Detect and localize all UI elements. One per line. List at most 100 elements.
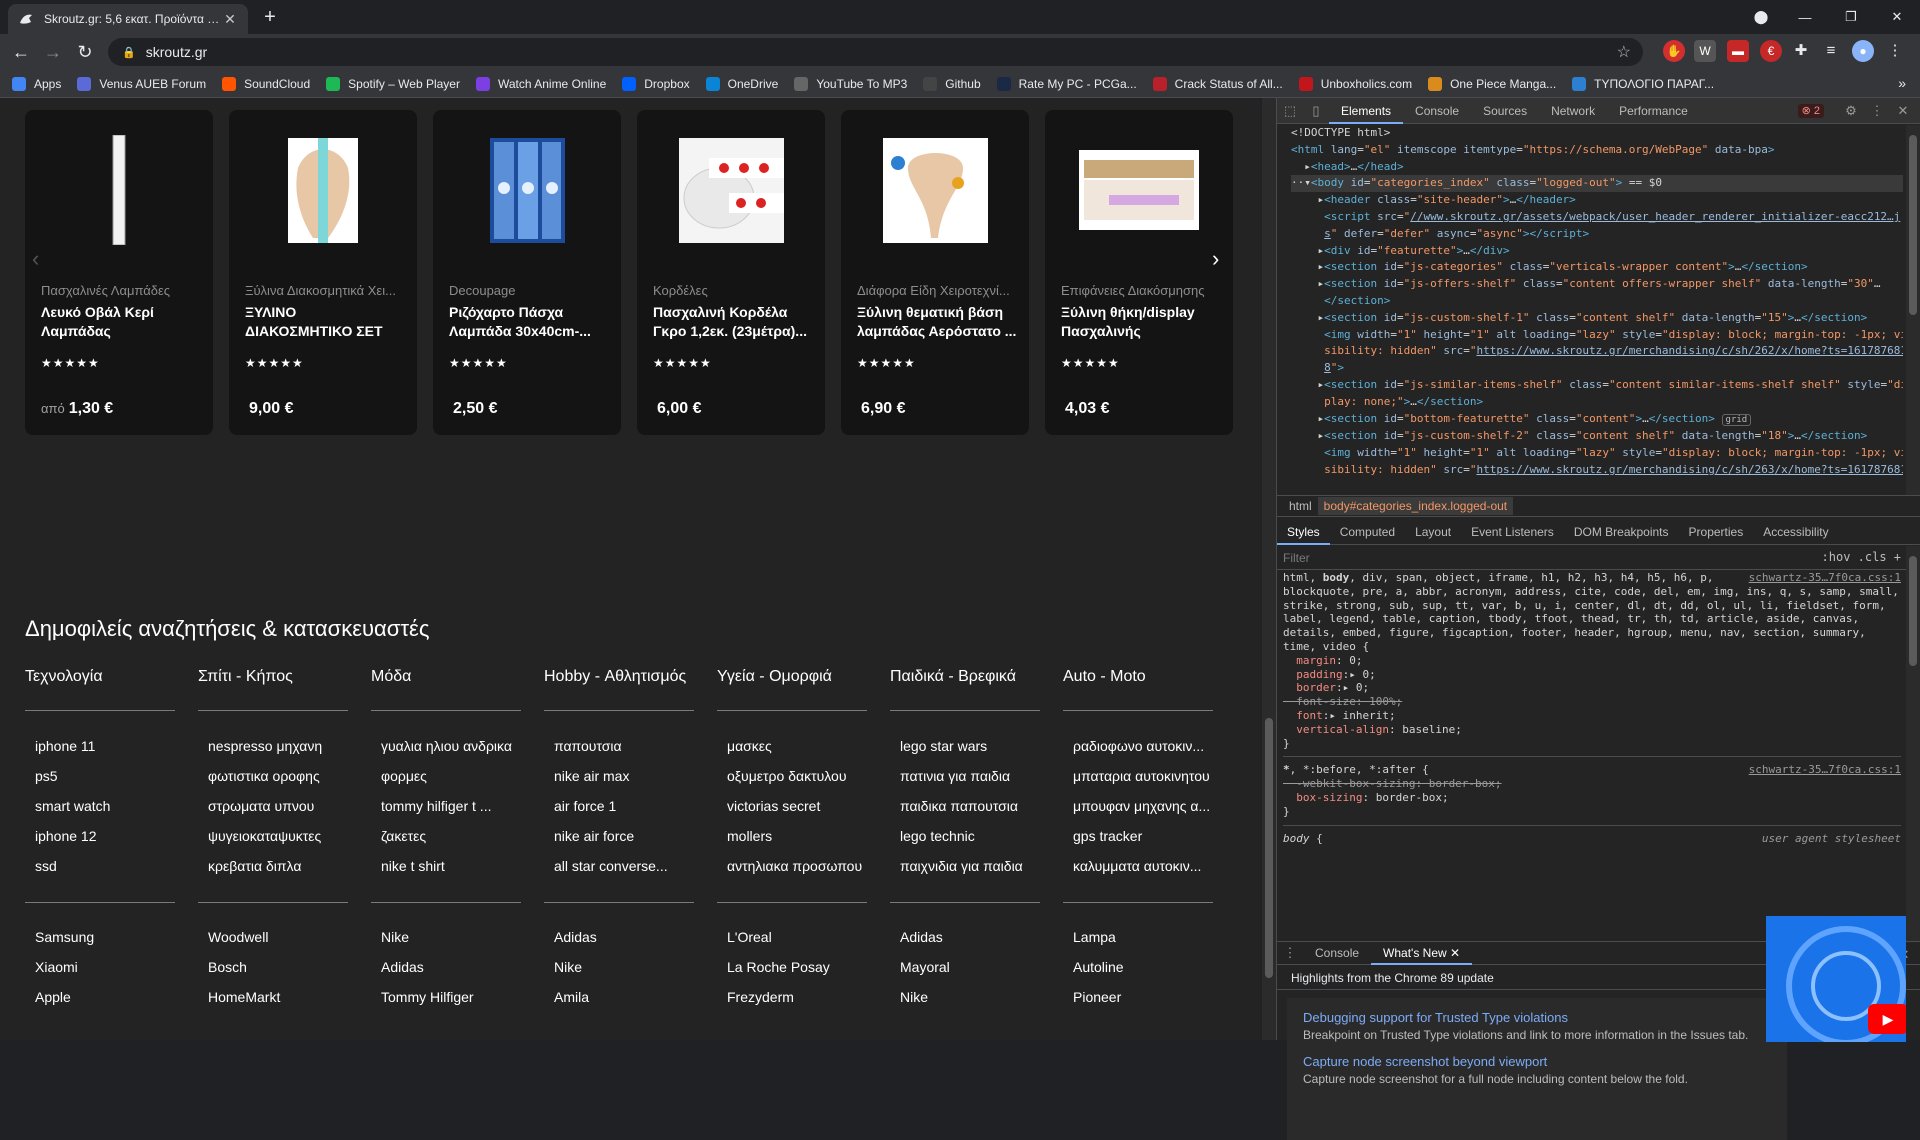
dom-line[interactable]: sibility: hidden" src="https://www.skrou… [1291, 343, 1903, 360]
product-name[interactable]: Ριζόχαρτο Πάσχα Λαμπάδα 30x40cm-... [449, 303, 611, 341]
tab-elements[interactable]: Elements [1329, 98, 1404, 124]
product-card[interactable]: Decoupage Ριζόχαρτο Πάσχα Λαμπάδα 30x40cm… [433, 110, 621, 435]
popular-column-heading[interactable]: Μόδα [371, 668, 521, 710]
bookmarks-overflow-icon[interactable]: » [1898, 75, 1906, 91]
styles-scrollbar-thumb[interactable] [1909, 556, 1917, 666]
carousel-prev-arrow-icon[interactable]: ‹ [32, 246, 39, 272]
popular-search-link[interactable]: παπουτσια [544, 738, 704, 768]
minimize-button[interactable]: — [1782, 0, 1828, 34]
whats-new-item[interactable]: Debugging support for Trusted Type viola… [1303, 1010, 1771, 1042]
brand-link[interactable]: Samsung [25, 929, 175, 959]
popular-search-link[interactable]: mollers [717, 828, 877, 858]
bookmark-item[interactable]: Spotify – Web Player [326, 76, 460, 91]
popular-search-link[interactable]: οξυμετρο δακτυλου [717, 768, 877, 798]
popular-search-link[interactable]: all star converse... [544, 858, 704, 888]
product-card[interactable]: Κορδέλες Πασχαλινή Κορδέλα Γκρο 1,2εκ. (2… [637, 110, 825, 435]
css-property[interactable]: vertical-align: baseline; [1283, 723, 1901, 737]
restore-button[interactable]: ❐ [1828, 0, 1874, 34]
popular-search-link[interactable]: nike air max [544, 768, 704, 798]
dom-line-selected[interactable]: ··▾<body id="categories_index" class="lo… [1291, 175, 1903, 193]
dom-scrollbar[interactable] [1906, 125, 1920, 495]
dom-tree[interactable]: <!DOCTYPE html> <html lang="el" itemscop… [1277, 125, 1903, 495]
page-scrollbar[interactable] [1262, 98, 1276, 1040]
popular-search-link[interactable]: lego technic [890, 828, 1050, 858]
style-tools[interactable]: :hov .cls + [1822, 550, 1901, 564]
dom-line[interactable]: <html lang="el" itemscope itemtype="http… [1291, 142, 1903, 159]
tab-accessibility[interactable]: Accessibility [1753, 519, 1838, 545]
bookmark-item[interactable]: Github [923, 76, 981, 91]
devtools-menu-icon[interactable]: ⋮ [1866, 98, 1888, 124]
product-image[interactable] [50, 125, 188, 255]
popular-column-heading[interactable]: Τεχνολογία [25, 668, 175, 710]
popular-search-link[interactable]: lego star wars [890, 738, 1050, 768]
dom-line[interactable]: <img width="1" height="1" alt loading="l… [1291, 445, 1903, 462]
popular-search-link[interactable]: smart watch [25, 798, 185, 828]
brand-link[interactable]: Tommy Hilfiger [371, 989, 521, 1019]
popular-search-link[interactable]: ραδιοφωνο αυτοκιν... [1063, 738, 1223, 768]
extensions-puzzle-icon[interactable]: ✚ [1790, 40, 1812, 62]
crumb-html[interactable]: html [1283, 497, 1318, 515]
dom-line[interactable]: ▸<section id="js-categories" class="vert… [1291, 259, 1903, 276]
bookmark-item[interactable]: ΤΥΠΟΛΟΓΙΟ ΠΑΡΑΓ... [1572, 76, 1714, 91]
css-property[interactable]: font:▸ inherit; [1283, 709, 1901, 723]
product-name[interactable]: Ξύλινη θήκη/display Πασχαλινής Λαμπάδας.… [1061, 303, 1223, 341]
product-name[interactable]: ΞΥΛΙΝΟ ΔΙΑΚΟΣΜΗΤΙΚΟ ΣΕΤ ΓΙΑ ΠΑΣΧΑΛΙΝΗ... [245, 303, 407, 341]
popular-search-link[interactable]: nespresso μηχανη [198, 738, 358, 768]
popular-search-link[interactable]: nike air force [544, 828, 704, 858]
popular-search-link[interactable]: πατινια για παιδια [890, 768, 1050, 798]
whats-new-video-thumbnail[interactable]: ▶ [1766, 916, 1906, 1042]
popular-search-link[interactable]: κρεβατια διπλα [198, 858, 358, 888]
dom-line[interactable]: play: none;">…</section> [1291, 394, 1903, 411]
dom-line[interactable]: ▸<section id="js-offers-shelf" class="co… [1291, 276, 1903, 293]
popular-search-link[interactable]: iphone 12 [25, 828, 185, 858]
product-image[interactable] [662, 125, 800, 255]
bookmark-star-icon[interactable]: ☆ [1617, 42, 1631, 62]
dom-line[interactable]: ▸<header class="site-header">…</header> [1291, 192, 1903, 209]
brand-link[interactable]: Woodwell [198, 929, 348, 959]
popular-search-link[interactable]: αντηλιακα προσωπου [717, 858, 877, 888]
popular-search-link[interactable]: ssd [25, 858, 185, 888]
popular-search-link[interactable]: nike t shirt [371, 858, 531, 888]
popular-search-link[interactable]: παιδικα παπουτσια [890, 798, 1050, 828]
popular-column-heading[interactable]: Σπίτι - Κήπος [198, 668, 348, 710]
whats-new-item[interactable]: Capture node screenshot beyond viewport … [1303, 1054, 1771, 1086]
popular-column-heading[interactable]: Παιδικά - Βρεφικά [890, 668, 1040, 710]
tab-network[interactable]: Network [1539, 98, 1607, 124]
brand-link[interactable]: Adidas [890, 929, 1040, 959]
browser-menu-icon[interactable]: ⋮ [1884, 40, 1906, 62]
popular-column-heading[interactable]: Υγεία - Ομορφιά [717, 668, 867, 710]
brand-link[interactable]: Pioneer [1063, 989, 1213, 1019]
new-tab-button[interactable]: + [258, 6, 282, 30]
brand-link[interactable]: Nike [371, 929, 521, 959]
product-name[interactable]: Λευκό Οβάλ Κερί Λαμπάδας [41, 303, 203, 341]
bookmark-item[interactable]: Rate My PC - PCGa... [996, 76, 1137, 91]
bookmark-item[interactable]: YouTube To MP3 [794, 76, 907, 91]
css-property[interactable]: box-sizing: border-box; [1283, 791, 1901, 805]
dom-line[interactable]: ▸<head>…</head> [1291, 159, 1903, 176]
bookmark-item[interactable]: Venus AUEB Forum [77, 76, 206, 91]
product-category[interactable]: Διάφορα Είδη Χειροτεχνί... [857, 283, 1017, 298]
brand-link[interactable]: L'Oreal [717, 929, 867, 959]
extension-lastpass-icon[interactable]: € [1760, 40, 1782, 62]
whats-new-item-title[interactable]: Debugging support for Trusted Type viola… [1303, 1010, 1771, 1025]
error-count-badge[interactable]: ⊗ 2 [1797, 104, 1824, 118]
popular-search-link[interactable]: στρωματα υπνου [198, 798, 358, 828]
dom-line[interactable]: <img width="1" height="1" alt loading="l… [1291, 327, 1903, 344]
brand-link[interactable]: Adidas [544, 929, 694, 959]
css-property[interactable]: border:▸ 0; [1283, 681, 1901, 695]
dom-line[interactable]: sibility: hidden" src="https://www.skrou… [1291, 462, 1903, 479]
dom-line[interactable]: </section> [1291, 293, 1903, 310]
popular-search-link[interactable]: μπουφαν μηχανης α... [1063, 798, 1223, 828]
popular-column-heading[interactable]: Hobby - Αθλητισμός [544, 668, 694, 710]
brand-link[interactable]: La Roche Posay [717, 959, 867, 989]
product-card[interactable]: Ξύλινα Διακοσμητικά Χει... ΞΥΛΙΝΟ ΔΙΑΚΟΣΜ… [229, 110, 417, 435]
brand-link[interactable]: Apple [25, 989, 175, 1019]
dom-line[interactable]: ▸<section id="js-custom-shelf-2" class="… [1291, 428, 1903, 445]
brand-link[interactable]: Bosch [198, 959, 348, 989]
tab-computed[interactable]: Computed [1330, 519, 1405, 545]
styles-pane[interactable]: html, body, div, span, object, iframe, h… [1277, 571, 1907, 941]
product-category[interactable]: Πασχαλινές Λαμπάδες [41, 283, 201, 298]
css-property[interactable]: padding:▸ 0; [1283, 668, 1901, 682]
product-name[interactable]: Ξύλινη θεματική βάση λαμπάδας Αερόστατο … [857, 303, 1019, 341]
tab-properties[interactable]: Properties [1679, 519, 1754, 545]
